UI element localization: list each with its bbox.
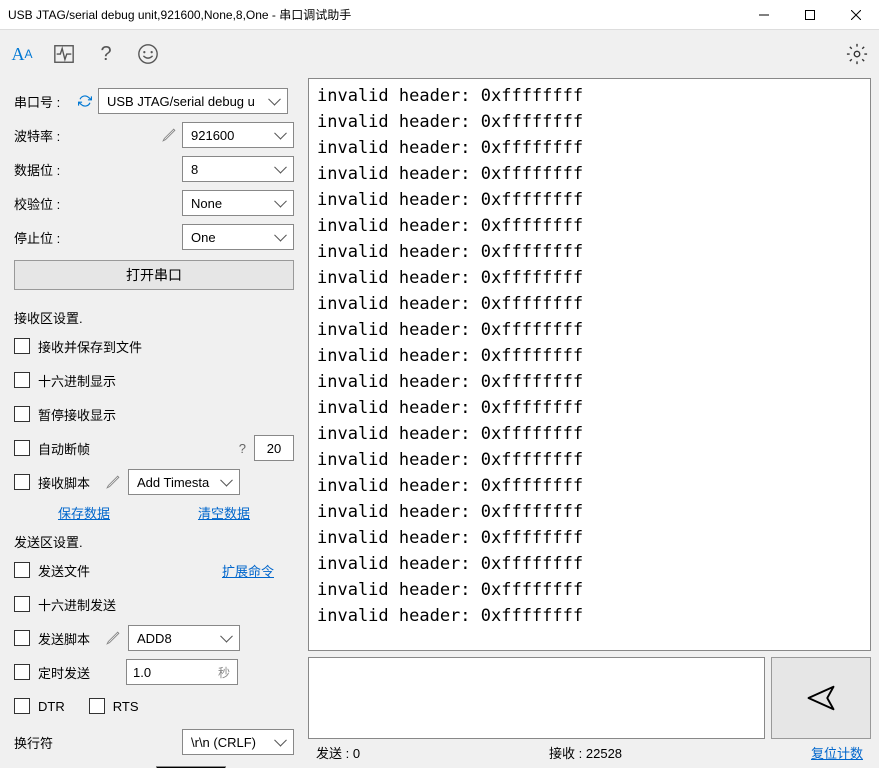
sent-count: 发送 : 0	[316, 743, 360, 762]
send-hex-checkbox[interactable]	[14, 596, 30, 612]
auto-break-input[interactable]	[254, 435, 294, 461]
gear-icon[interactable]	[845, 42, 869, 66]
stopbits-label: 停止位 :	[14, 228, 72, 247]
toolbar: AA ?	[0, 30, 879, 78]
auto-break-checkbox[interactable]	[14, 440, 30, 456]
help-icon[interactable]: ?	[94, 42, 118, 66]
font-icon[interactable]: AA	[10, 42, 34, 66]
smiley-icon[interactable]	[136, 42, 160, 66]
maximize-button[interactable]	[787, 0, 833, 30]
send-section-title: 发送区设置.	[14, 532, 294, 551]
content-area: invalid header: 0xffffffff invalid heade…	[308, 78, 879, 768]
save-data-link[interactable]: 保存数据	[58, 503, 110, 522]
send-button[interactable]	[771, 657, 871, 739]
databits-select[interactable]: 8	[182, 156, 294, 182]
terminal-output[interactable]: invalid header: 0xffffffff invalid heade…	[308, 78, 871, 651]
rts-checkbox[interactable]	[89, 698, 105, 714]
recv-save-checkbox[interactable]	[14, 338, 30, 354]
recv-script-select[interactable]: Add Timesta	[128, 469, 240, 495]
recv-save-label: 接收并保存到文件	[38, 337, 294, 356]
recv-script-label: 接收脚本	[38, 473, 98, 492]
refresh-icon[interactable]	[78, 94, 92, 108]
dtr-label: DTR	[38, 699, 65, 714]
timed-send-checkbox[interactable]	[14, 664, 30, 680]
auto-break-label: 自动断帧	[38, 439, 231, 458]
databits-label: 数据位 :	[14, 160, 72, 179]
send-script-label: 发送脚本	[38, 629, 98, 648]
send-file-checkbox[interactable]	[14, 562, 30, 578]
parity-select[interactable]: None	[182, 190, 294, 216]
newline-select[interactable]: \r\n (CRLF)	[182, 729, 294, 755]
recv-hex-label: 十六进制显示	[38, 371, 294, 390]
waveform-icon[interactable]	[52, 42, 76, 66]
window-title: USB JTAG/serial debug unit,921600,None,8…	[8, 6, 741, 23]
statusbar: 发送 : 0 接收 : 22528 复位计数	[308, 739, 871, 762]
baud-label: 波特率 :	[14, 126, 72, 145]
timed-send-label: 定时发送	[38, 663, 118, 682]
port-label: 串口号 :	[14, 92, 72, 111]
edit-icon[interactable]	[162, 128, 176, 142]
recv-pause-label: 暂停接收显示	[38, 405, 294, 424]
dtr-checkbox[interactable]	[14, 698, 30, 714]
clear-data-link[interactable]: 清空数据	[198, 503, 250, 522]
port-select[interactable]: USB JTAG/serial debug u	[98, 88, 288, 114]
open-port-button[interactable]: 打开串口	[14, 260, 294, 290]
recv-hex-checkbox[interactable]	[14, 372, 30, 388]
send-script-select[interactable]: ADD8	[128, 625, 240, 651]
send-input[interactable]	[308, 657, 765, 739]
send-hex-label: 十六进制发送	[38, 595, 294, 614]
timed-send-unit: 秒	[218, 664, 230, 681]
newline-label: 换行符	[14, 733, 72, 752]
auto-break-help-icon[interactable]: ?	[239, 441, 246, 456]
titlebar: USB JTAG/serial debug unit,921600,None,8…	[0, 0, 879, 30]
send-file-label: 发送文件	[38, 561, 214, 580]
recv-script-checkbox[interactable]	[14, 474, 30, 490]
send-icon	[806, 683, 836, 713]
recv-count: 接收 : 22528	[549, 743, 622, 762]
recv-section-title: 接收区设置.	[14, 308, 294, 327]
baud-select[interactable]: 921600	[182, 122, 294, 148]
rts-label: RTS	[113, 699, 139, 714]
edit-icon[interactable]	[106, 631, 120, 645]
reset-count-link[interactable]: 复位计数	[811, 743, 863, 762]
parity-label: 校验位 :	[14, 194, 72, 213]
minimize-button[interactable]	[741, 0, 787, 30]
edit-icon[interactable]	[106, 475, 120, 489]
send-script-checkbox[interactable]	[14, 630, 30, 646]
stopbits-select[interactable]: One	[182, 224, 294, 250]
sidebar: 串口号 : USB JTAG/serial debug u 波特率 : 9216…	[0, 78, 308, 768]
recv-pause-checkbox[interactable]	[14, 406, 30, 422]
ext-cmd-link[interactable]: 扩展命令	[222, 561, 274, 580]
close-button[interactable]	[833, 0, 879, 30]
